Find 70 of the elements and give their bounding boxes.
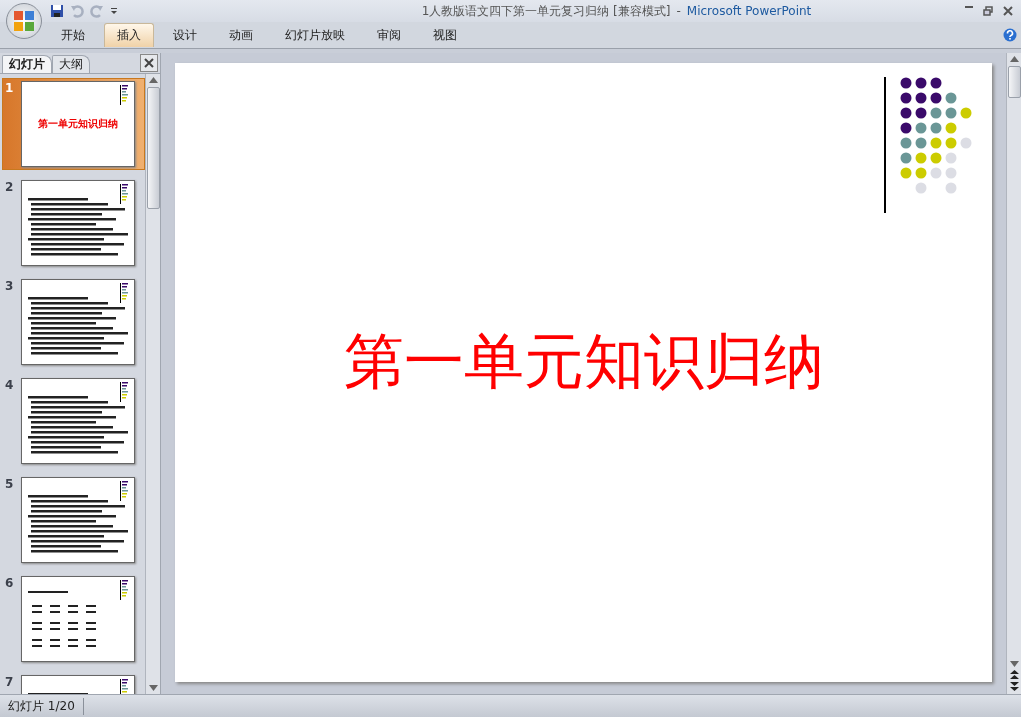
scrollbar[interactable]	[1006, 53, 1021, 694]
help-button[interactable]	[1003, 28, 1017, 42]
office-button[interactable]	[6, 3, 42, 39]
ribbon-tab[interactable]: 开始	[48, 23, 98, 47]
slide-thumbnail[interactable]	[21, 378, 135, 464]
slide-number: 3	[5, 279, 15, 293]
slide-thumbnail-row[interactable]: 4	[2, 375, 145, 467]
slide-thumbnail[interactable]	[21, 180, 135, 266]
double-up-arrow-icon	[1009, 670, 1019, 679]
customize-button[interactable]	[110, 7, 118, 15]
slide-thumbnail[interactable]	[21, 576, 135, 662]
slide-thumbnail-row[interactable]: 5	[2, 474, 145, 566]
next-slide-button[interactable]	[1009, 682, 1019, 691]
scroll-down-icon	[148, 685, 158, 691]
slide-number: 4	[5, 378, 15, 392]
scroll-thumb[interactable]	[146, 87, 160, 209]
dots-decoration-icon	[120, 481, 130, 501]
close-icon	[144, 58, 154, 68]
scrollbar[interactable]	[145, 74, 160, 694]
undo-icon	[70, 4, 84, 18]
ribbon-tab[interactable]: 幻灯片放映	[272, 23, 358, 47]
restore-button[interactable]	[983, 6, 993, 16]
office-logo-icon	[11, 8, 37, 34]
slide-thumbnail-row[interactable]: 2	[2, 177, 145, 269]
slide-position: 幻灯片 1/20	[0, 697, 84, 715]
title-separator: -	[676, 3, 681, 18]
window-title: 1人教版语文四下第一单元复习归纳 [兼容模式]	[421, 3, 671, 18]
close-icon	[1003, 6, 1013, 16]
ribbon-tab[interactable]: 审阅	[364, 23, 414, 47]
app-name: Microsoft PowerPoint	[686, 3, 812, 18]
slide-thumbnail-row[interactable]: 6	[2, 573, 145, 665]
slide-number: 7	[5, 675, 15, 689]
ribbon-tab[interactable]: 插入	[104, 23, 154, 47]
slide-thumbnail[interactable]	[21, 477, 135, 563]
slide-number: 5	[5, 477, 15, 491]
ribbon-tab[interactable]: 动画	[216, 23, 266, 47]
save-icon	[50, 4, 64, 18]
scroll-thumb[interactable]	[1007, 66, 1021, 98]
thumbnail-title: 第一单元知识归纳	[38, 117, 118, 131]
save-button[interactable]	[50, 4, 64, 18]
dots-decoration-icon	[120, 85, 130, 105]
scroll-up-icon	[1009, 56, 1019, 62]
restore-icon	[983, 6, 993, 16]
scroll-down-icon	[1009, 661, 1019, 667]
slide-thumbnail-row[interactable]: 3	[2, 276, 145, 368]
close-button[interactable]	[1003, 6, 1013, 16]
dropdown-caret-icon	[110, 7, 118, 15]
dots-decoration-icon	[120, 580, 130, 600]
scroll-up-icon	[148, 77, 158, 83]
close-pane-button[interactable]	[140, 54, 158, 72]
ribbon-tab[interactable]: 视图	[420, 23, 470, 47]
slide-thumbnail[interactable]: 第一单元知识归纳	[21, 81, 135, 167]
slide-number: 6	[5, 576, 15, 590]
dots-decoration-icon	[120, 679, 130, 694]
dots-decoration-icon	[120, 283, 130, 303]
dots-decoration-icon	[120, 184, 130, 204]
minimize-icon	[965, 6, 973, 8]
dots-decoration-icon	[120, 382, 130, 402]
pane-tab[interactable]: 幻灯片	[2, 55, 52, 73]
slide-title: 第一单元知识归纳	[343, 325, 824, 398]
previous-slide-button[interactable]	[1009, 670, 1019, 679]
ribbon-tab[interactable]: 设计	[160, 23, 210, 47]
slide-number: 1	[5, 81, 15, 95]
redo-icon	[90, 4, 104, 18]
pane-tab[interactable]: 大纲	[52, 55, 90, 73]
slide-number: 2	[5, 180, 15, 194]
double-down-arrow-icon	[1009, 682, 1019, 691]
slide-thumbnail-row[interactable]: 1 第一单元知识归纳	[2, 78, 145, 170]
slide-thumbnail[interactable]	[21, 279, 135, 365]
slide-thumbnail-row[interactable]: 7	[2, 672, 145, 694]
